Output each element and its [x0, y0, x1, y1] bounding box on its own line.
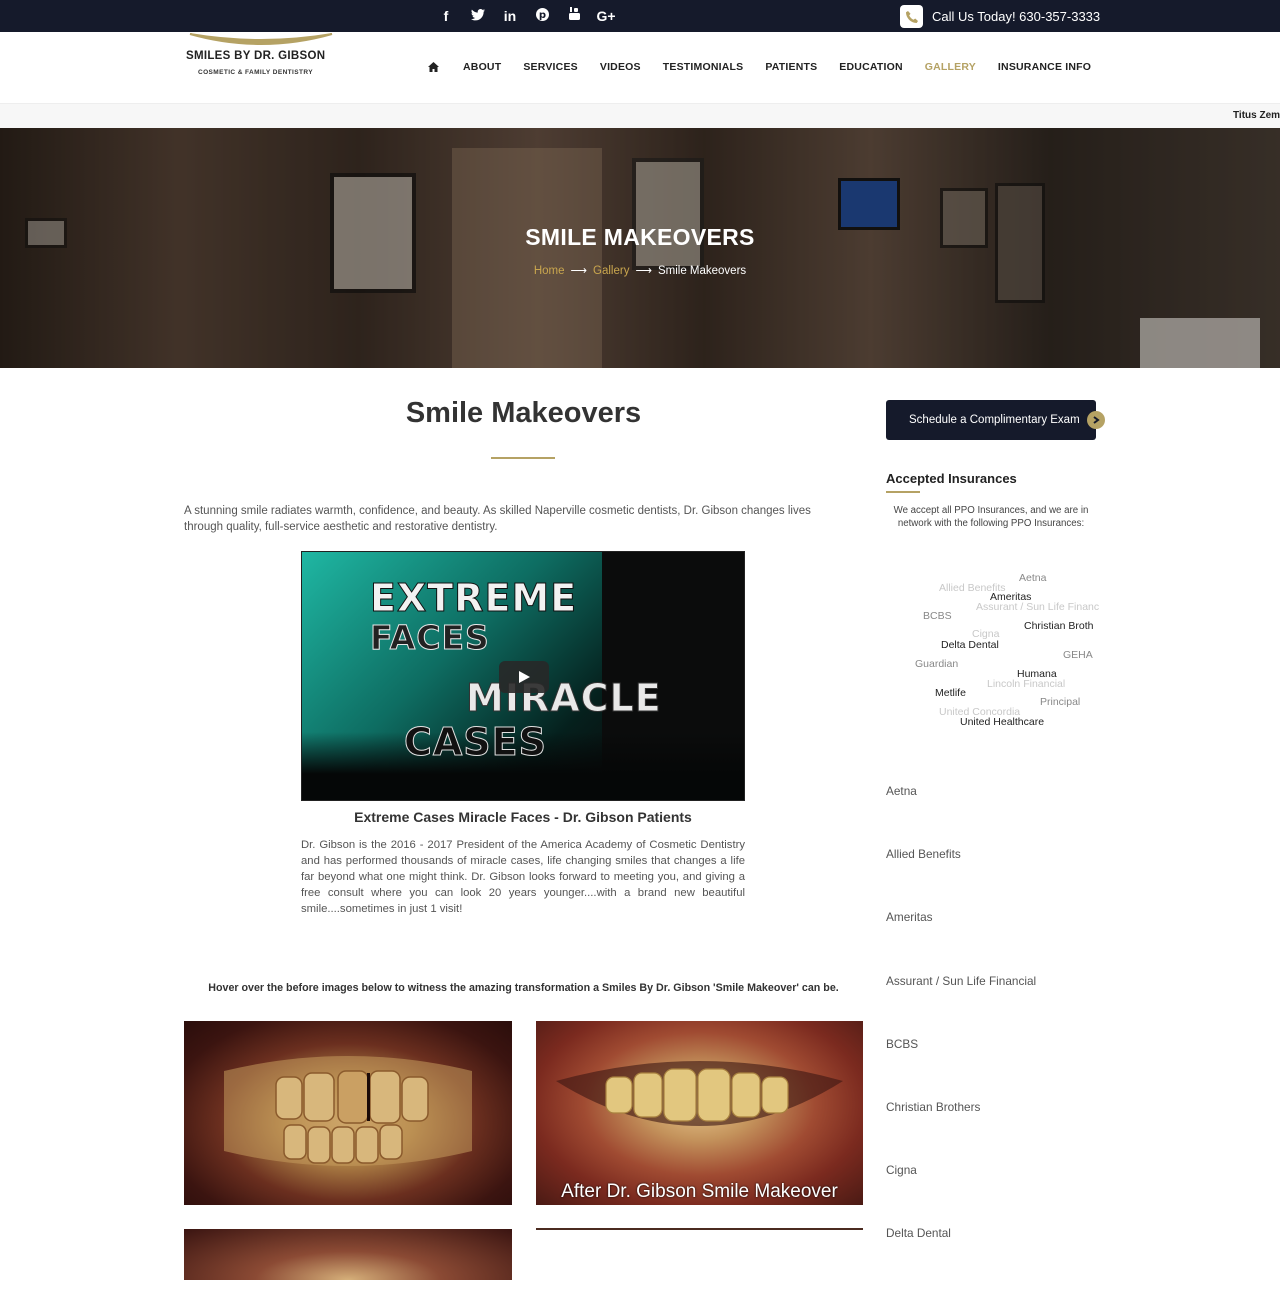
- call-us[interactable]: Call Us Today! 630-357-3333: [900, 5, 1100, 28]
- after-photo[interactable]: After Dr. Gibson Smile Makeover: [536, 1021, 863, 1205]
- arrow-right-icon: ⟶: [635, 265, 652, 277]
- video-text-line: CASES: [404, 720, 547, 765]
- nav-gallery[interactable]: GALLERY: [925, 61, 976, 73]
- nav-insurance-info[interactable]: INSURANCE INFO: [998, 61, 1091, 73]
- site-header: SMILES BY DR. GIBSON COSMETIC & FAMILY D…: [0, 32, 1280, 104]
- logo-name: SMILES BY DR. GIBSON: [186, 50, 326, 62]
- nav-about[interactable]: ABOUT: [463, 61, 501, 73]
- breadcrumb-current: Smile Makeovers: [657, 265, 747, 277]
- chevron-right-icon[interactable]: [1087, 411, 1105, 429]
- cloud-tag[interactable]: United Healthcare: [960, 716, 1044, 728]
- arrow-right-icon: ⟶: [570, 265, 588, 277]
- hero-title: SMILE MAKEOVERS: [525, 224, 755, 250]
- ticker-text: Titus Zema: [1233, 110, 1280, 121]
- call-us-text: Call Us Today! 630-357-3333: [932, 9, 1101, 24]
- linkedin-icon[interactable]: in: [494, 6, 526, 26]
- heading-underline: [886, 491, 920, 493]
- site-logo[interactable]: SMILES BY DR. GIBSON COSMETIC & FAMILY D…: [184, 32, 336, 92]
- play-button[interactable]: [499, 661, 549, 693]
- cloud-tag[interactable]: Christian Broth: [1024, 620, 1093, 632]
- pinterest-icon[interactable]: p: [526, 6, 558, 26]
- nav-testimonials[interactable]: TESTIMONIALS: [663, 61, 744, 73]
- cloud-tag[interactable]: GEHA: [1063, 649, 1093, 661]
- breadcrumb-gallery[interactable]: Gallery: [593, 265, 629, 277]
- nav-videos[interactable]: VIDEOS: [600, 61, 641, 73]
- breadcrumb: Home ⟶ Gallery ⟶ Smile Makeovers: [0, 263, 1280, 277]
- nav-services[interactable]: SERVICES: [523, 61, 578, 73]
- cloud-tag[interactable]: Guardian: [915, 658, 958, 670]
- video-text-line: MIRACLE: [466, 676, 662, 721]
- video-player[interactable]: EXTREME FACES MIRACLE CASES: [301, 551, 745, 801]
- youtube-icon[interactable]: [558, 6, 590, 26]
- nav-patients[interactable]: PATIENTS: [765, 61, 817, 73]
- nav-education[interactable]: EDUCATION: [839, 61, 902, 73]
- cloud-tag[interactable]: Principal: [1040, 696, 1080, 708]
- main-nav: ABOUT SERVICES VIDEOS TESTIMONIALS PATIE…: [428, 61, 1113, 73]
- hover-instruction: Hover over the before images below to wi…: [208, 982, 839, 994]
- insurance-item[interactable]: Cigna: [886, 1163, 1106, 1226]
- video-text-line: FACES: [370, 618, 490, 658]
- logo-tagline: COSMETIC & FAMILY DENTISTRY: [198, 69, 313, 76]
- insurance-item[interactable]: Assurant / Sun Life Financial: [886, 974, 1106, 1037]
- video-description: Dr. Gibson is the 2016 - 2017 President …: [301, 839, 745, 915]
- phone-icon: [900, 5, 923, 28]
- news-ticker: Titus Zema: [0, 104, 1280, 128]
- video-text-line: EXTREME: [369, 576, 578, 621]
- cloud-tag[interactable]: Aetna: [1019, 572, 1046, 584]
- teeth-illustration: [224, 1056, 472, 1166]
- social-links: f in p G+: [430, 6, 622, 26]
- insurance-item[interactable]: Allied Benefits: [886, 847, 1106, 910]
- insurance-item[interactable]: Delta Dental: [886, 1226, 1106, 1289]
- google-plus-icon[interactable]: G+: [590, 6, 622, 26]
- photo-divider: [536, 1228, 863, 1230]
- accepted-insurances-text: We accept all PPO Insurances, and we are…: [893, 505, 1089, 529]
- twitter-icon[interactable]: [462, 6, 494, 26]
- cloud-tag[interactable]: BCBS: [923, 610, 952, 622]
- home-icon[interactable]: [428, 62, 444, 72]
- cloud-tag[interactable]: Delta Dental: [941, 639, 999, 651]
- teeth-illustration: [556, 1061, 843, 1126]
- insurance-tag-cloud: Aetna Allied Benefits Ameritas Assurant …: [900, 570, 1100, 740]
- before-photo[interactable]: [184, 1021, 512, 1205]
- cloud-tag[interactable]: Assurant / Sun Life Financ: [976, 601, 1099, 613]
- schedule-exam-button[interactable]: Schedule a Complimentary Exam: [886, 400, 1096, 440]
- video-title: Extreme Cases Miracle Faces - Dr. Gibson…: [354, 809, 692, 825]
- insurance-item[interactable]: BCBS: [886, 1037, 1106, 1100]
- facebook-icon[interactable]: f: [430, 6, 462, 26]
- insurance-item[interactable]: Christian Brothers: [886, 1100, 1106, 1163]
- insurance-item[interactable]: Ameritas: [886, 910, 1106, 973]
- play-icon: [519, 671, 530, 683]
- accepted-insurances-heading: Accepted Insurances: [886, 471, 1017, 486]
- logo-smile-icon: [189, 33, 333, 45]
- breadcrumb-home[interactable]: Home: [534, 265, 565, 277]
- before-photo[interactable]: [184, 1229, 512, 1280]
- page-title: Smile Makeovers: [405, 397, 642, 429]
- title-divider: [491, 457, 555, 459]
- intro-text: A stunning smile radiates warmth, confid…: [184, 505, 811, 533]
- hero-banner: SMILE MAKEOVERS Home ⟶ Gallery ⟶ Smile Makeo…: [0, 128, 1280, 368]
- cloud-tag[interactable]: Lincoln Financial: [987, 678, 1065, 690]
- cloud-tag[interactable]: Metlife: [935, 687, 966, 699]
- insurance-item[interactable]: Aetna: [886, 784, 1106, 847]
- insurance-list: Aetna Allied Benefits Ameritas Assurant …: [886, 784, 1106, 1290]
- top-bar: f in p G+ Call Us Today! 630-357-3333: [0, 0, 1280, 32]
- svg-text:p: p: [538, 10, 545, 21]
- after-photo-label: After Dr. Gibson Smile Makeover: [561, 1181, 838, 1202]
